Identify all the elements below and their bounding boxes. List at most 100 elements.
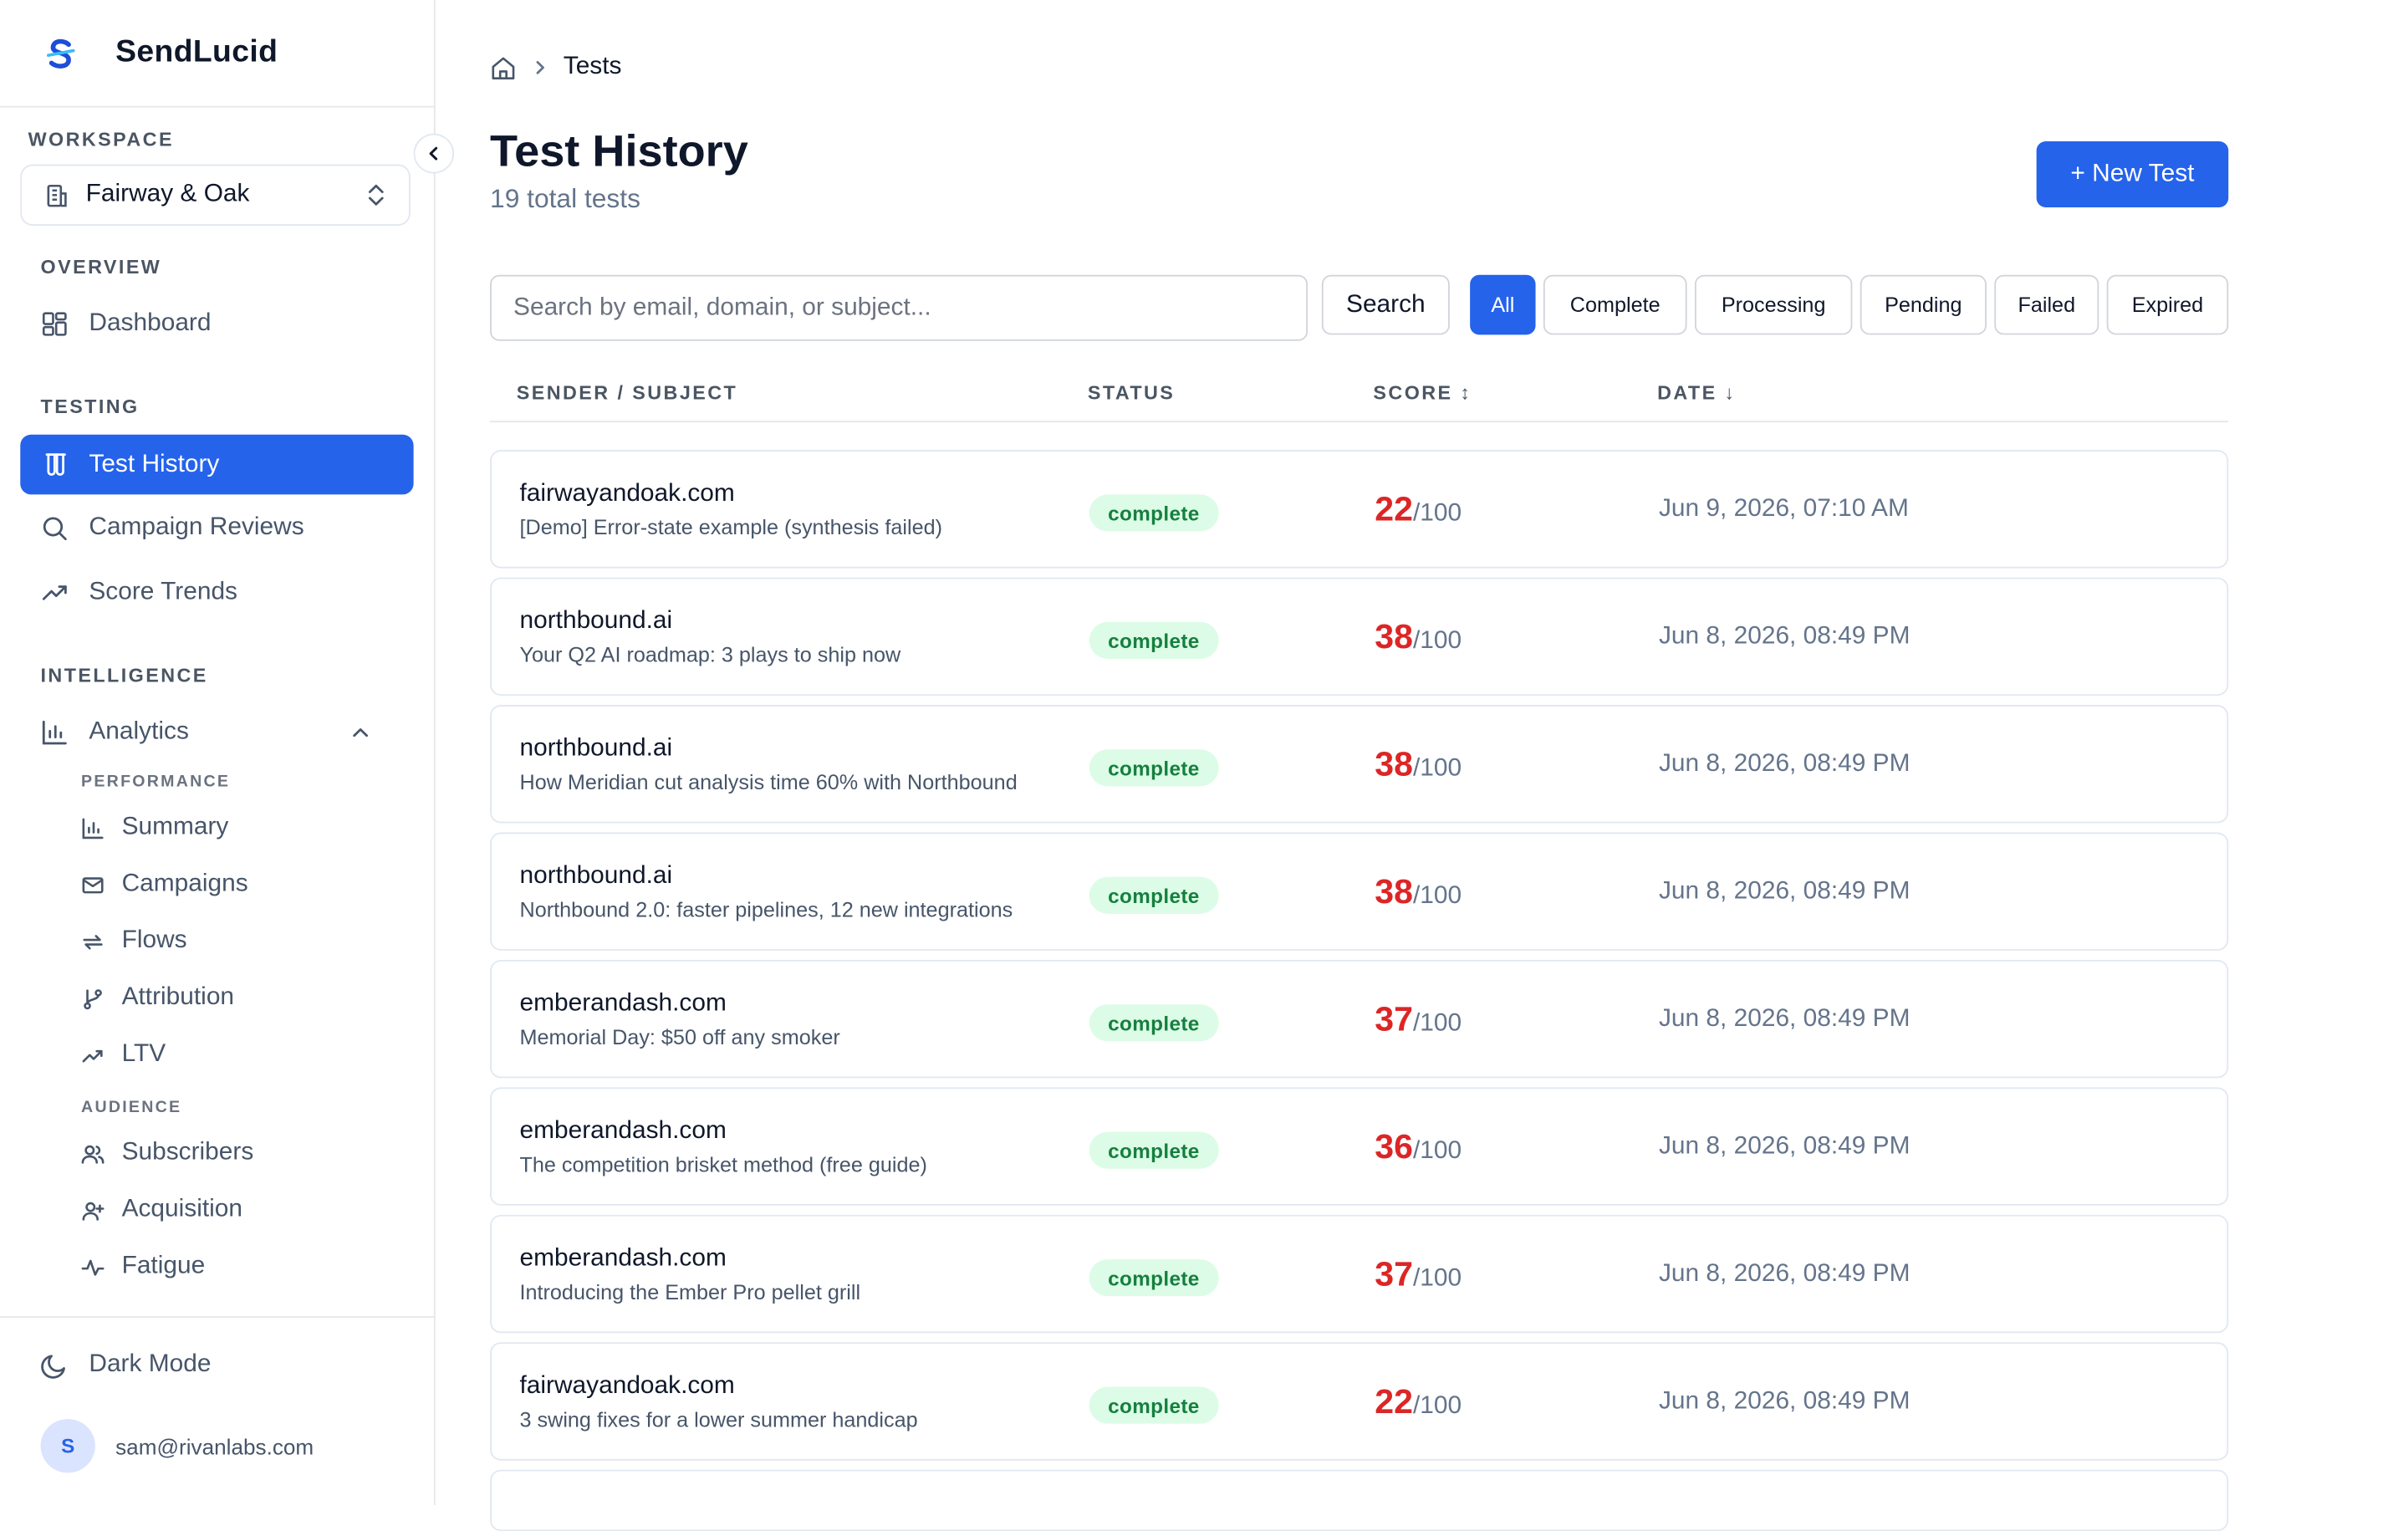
status-badge: complete xyxy=(1089,494,1219,532)
table-row[interactable]: northbound.ai Your Q2 AI roadmap: 3 play… xyxy=(490,577,2229,697)
row-subject: 3 swing fixes for a lower summer handica… xyxy=(519,1408,918,1431)
score-value: 38 xyxy=(1375,617,1413,656)
sidebar-item-flows[interactable]: Flows xyxy=(81,918,187,964)
collapse-sidebar-button[interactable] xyxy=(413,133,455,174)
page-title: Test History xyxy=(490,127,748,177)
bar-chart-icon xyxy=(81,816,105,839)
filter-expired[interactable]: Expired xyxy=(2106,274,2229,335)
row-score: 38/100 xyxy=(1375,745,1462,785)
table-row[interactable]: fairwayandoak.com [Demo] Error-state exa… xyxy=(490,450,2229,569)
score-value: 38 xyxy=(1375,872,1413,911)
sidebar-item-ltv[interactable]: LTV xyxy=(81,1032,166,1078)
status-badge: complete xyxy=(1089,621,1219,659)
sidebar-item-analytics[interactable]: Analytics xyxy=(20,702,413,762)
score-value: 22 xyxy=(1375,1382,1413,1421)
sidebar-item-subscribers[interactable]: Subscribers xyxy=(81,1130,253,1176)
users-icon xyxy=(81,1142,105,1166)
status-badge: complete xyxy=(1089,1259,1219,1297)
workspace-select[interactable]: Fairway & Oak xyxy=(20,164,411,226)
sidebar-item-campaigns[interactable]: Campaigns xyxy=(81,861,248,907)
home-icon[interactable] xyxy=(490,54,517,80)
chevron-left-icon xyxy=(426,145,442,161)
sidebar: SendLucid WORKSPACE Fairway & Oak OVERVI… xyxy=(0,0,455,1507)
table-row[interactable]: northbound.ai Northbound 2.0: faster pip… xyxy=(490,832,2229,951)
score-suffix: /100 xyxy=(1412,500,1462,527)
score-value: 37 xyxy=(1375,1254,1413,1294)
chevron-right-icon xyxy=(532,60,548,75)
overview-label: OVERVIEW xyxy=(40,256,162,278)
sidebar-item-score-trends[interactable]: Score Trends xyxy=(20,562,413,622)
sidebar-item-label: Test History xyxy=(89,451,220,477)
sidebar-item-fatigue[interactable]: Fatigue xyxy=(81,1244,205,1290)
row-subject: Memorial Day: $50 off any smoker xyxy=(519,1025,840,1049)
sidebar-item-label: Acquisition xyxy=(121,1196,242,1223)
sidebar-item-summary[interactable]: Summary xyxy=(81,804,228,850)
brand-name: SendLucid xyxy=(115,35,278,69)
chevrons-up-down-icon xyxy=(365,183,387,207)
page-subtitle: 19 total tests xyxy=(490,184,640,214)
filter-complete[interactable]: Complete xyxy=(1543,274,1687,335)
score-suffix: /100 xyxy=(1412,1137,1462,1165)
filter-failed[interactable]: Failed xyxy=(1994,274,2099,335)
table-row[interactable]: emberandash.com The competition brisket … xyxy=(490,1087,2229,1206)
table-row[interactable]: fairwayandoak.com 3 swing fixes for a lo… xyxy=(490,1342,2229,1461)
new-test-button[interactable]: + New Test xyxy=(2036,140,2229,207)
intelligence-label: INTELLIGENCE xyxy=(40,665,208,687)
row-subject: The competition brisket method (free gui… xyxy=(519,1153,927,1176)
row-score: 38/100 xyxy=(1375,617,1462,657)
row-date: Jun 8, 2026, 08:49 PM xyxy=(1658,1133,1911,1160)
sendlucid-logo-icon xyxy=(41,33,82,73)
table-row[interactable]: emberandash.com Introducing the Ember Pr… xyxy=(490,1214,2229,1334)
row-subject: Northbound 2.0: faster pipelines, 12 new… xyxy=(519,898,1013,922)
row-score: 38/100 xyxy=(1375,872,1462,912)
sidebar-item-label: Dashboard xyxy=(89,309,212,336)
filter-processing[interactable]: Processing xyxy=(1694,274,1853,335)
column-header-date[interactable]: DATE ↓ xyxy=(1657,382,1736,404)
sidebar-item-attribution[interactable]: Attribution xyxy=(81,975,234,1021)
sidebar-item-acquisition[interactable]: Acquisition xyxy=(81,1187,242,1233)
user-account[interactable]: S sam@rivanlabs.com xyxy=(40,1419,314,1473)
testing-label: TESTING xyxy=(40,396,140,418)
trending-up-icon xyxy=(41,579,69,606)
row-sender: northbound.ai xyxy=(519,735,673,763)
dashboard-icon xyxy=(41,309,69,337)
bar-chart-icon xyxy=(41,718,69,746)
table-row-partial[interactable] xyxy=(490,1469,2229,1531)
workspace-name: Fairway & Oak xyxy=(85,181,250,207)
row-date: Jun 8, 2026, 08:49 PM xyxy=(1658,751,1911,778)
status-badge: complete xyxy=(1089,1386,1219,1424)
sidebar-item-test-history[interactable]: Test History xyxy=(20,434,414,495)
score-suffix: /100 xyxy=(1412,1392,1462,1420)
score-suffix: /100 xyxy=(1412,628,1462,655)
sidebar-item-label: Fatigue xyxy=(121,1253,206,1279)
row-score: 37/100 xyxy=(1375,1255,1462,1295)
row-score: 22/100 xyxy=(1375,490,1462,530)
score-value: 37 xyxy=(1375,999,1413,1039)
filter-all[interactable]: All xyxy=(1470,274,1536,335)
score-value: 22 xyxy=(1375,489,1413,528)
status-badge: complete xyxy=(1089,749,1219,787)
sidebar-item-dashboard[interactable]: Dashboard xyxy=(20,293,413,354)
row-subject: Introducing the Ember Pro pellet grill xyxy=(519,1280,861,1304)
search-icon xyxy=(41,513,69,541)
table-row[interactable]: northbound.ai How Meridian cut analysis … xyxy=(490,705,2229,824)
brand[interactable]: SendLucid xyxy=(0,0,434,108)
column-header-status: STATUS xyxy=(1087,382,1176,405)
row-sender: fairwayandoak.com xyxy=(519,480,735,508)
row-date: Jun 8, 2026, 08:49 PM xyxy=(1658,1260,1911,1288)
breadcrumb-current: Tests xyxy=(563,54,622,80)
dark-mode-toggle[interactable]: Dark Mode xyxy=(41,1351,211,1379)
column-header-score[interactable]: SCORE ↕ xyxy=(1373,382,1472,404)
sidebar-item-label: Flows xyxy=(121,927,187,954)
search-input[interactable] xyxy=(490,274,1309,341)
score-suffix: /100 xyxy=(1412,1265,1462,1292)
sidebar-item-campaign-reviews[interactable]: Campaign Reviews xyxy=(20,498,413,558)
status-badge: complete xyxy=(1089,1131,1219,1169)
table-row[interactable]: emberandash.com Memorial Day: $50 off an… xyxy=(490,959,2229,1079)
search-button[interactable]: Search xyxy=(1321,274,1450,335)
repeat-icon xyxy=(81,930,105,953)
row-sender: emberandash.com xyxy=(519,1245,727,1272)
filter-pending[interactable]: Pending xyxy=(1860,274,1987,335)
moon-icon xyxy=(41,1351,69,1379)
score-suffix: /100 xyxy=(1412,1010,1462,1037)
